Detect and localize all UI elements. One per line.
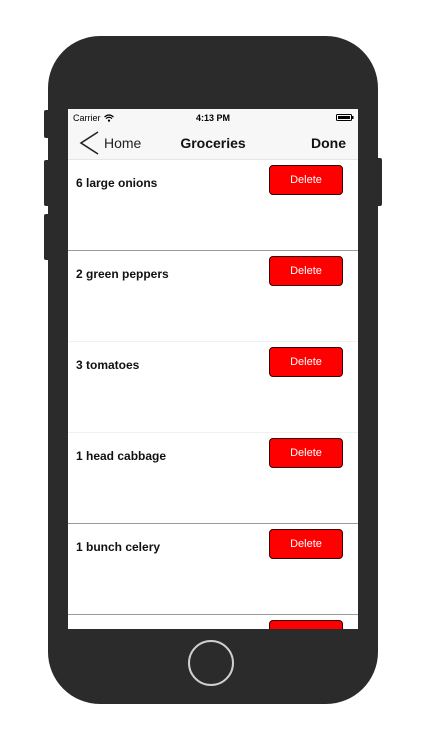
item-label: 2 green peppers: [76, 267, 169, 281]
battery-icon: [336, 114, 354, 121]
home-button[interactable]: [188, 640, 234, 686]
app-screen: Carrier 4:13 PM Home Groceries Done 6 la…: [68, 109, 358, 629]
list-item: 3 tomatoes Delete: [68, 342, 358, 433]
status-time: 4:13 PM: [195, 113, 230, 123]
delete-button[interactable]: Delete: [269, 438, 343, 468]
delete-button[interactable]: [269, 620, 343, 629]
list-item: 1 bunch celery Delete: [68, 524, 358, 615]
delete-button[interactable]: Delete: [269, 256, 343, 286]
delete-button[interactable]: Delete: [269, 347, 343, 377]
list-item: 1 head cabbage Delete: [68, 433, 358, 524]
item-label: 6 large onions: [76, 176, 158, 190]
done-button[interactable]: Done: [311, 135, 346, 151]
status-bar: Carrier 4:13 PM: [68, 109, 358, 126]
list-item: 2 green peppers Delete: [68, 251, 358, 342]
delete-button[interactable]: Delete: [269, 165, 343, 195]
navigation-bar: Home Groceries Done: [68, 126, 358, 160]
grocery-list: 6 large onions Delete 2 green peppers De…: [68, 160, 358, 629]
item-label: 1 head cabbage: [76, 449, 167, 463]
item-label: 3 tomatoes: [76, 358, 140, 372]
item-label: 1 bunch celery: [76, 540, 161, 554]
list-item-partial: [68, 615, 358, 629]
delete-button[interactable]: Delete: [269, 529, 343, 559]
device-frame-stage: Carrier 4:13 PM Home Groceries Done 6 la…: [0, 0, 422, 750]
list-item: 6 large onions Delete: [68, 160, 358, 251]
